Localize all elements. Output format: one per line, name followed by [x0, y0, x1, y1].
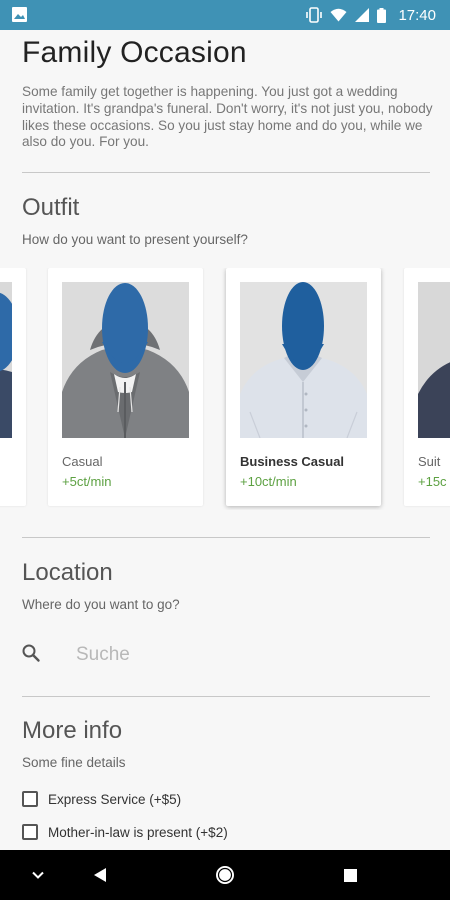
- casual-outfit-image: [62, 282, 189, 438]
- battery-icon: [377, 7, 387, 23]
- outfit-card-business-casual[interactable]: Business Casual +10ct/min: [226, 268, 381, 506]
- divider: [22, 537, 430, 538]
- search-input[interactable]: [74, 640, 408, 670]
- page-title: Family Occasion: [22, 36, 247, 69]
- business-casual-outfit-image: [240, 282, 367, 438]
- suit-outfit-image: [418, 282, 450, 438]
- clock: 17:40: [398, 6, 436, 24]
- back-button[interactable]: [70, 850, 130, 900]
- option-label: Mother-in-law is present (+$2): [48, 824, 228, 840]
- more-info-section-title: More info: [22, 717, 123, 744]
- hide-keyboard-button[interactable]: [8, 850, 68, 900]
- recents-square-icon: [343, 868, 357, 882]
- search-icon: [22, 644, 40, 662]
- recents-button[interactable]: [320, 850, 380, 900]
- divider: [22, 696, 430, 697]
- location-search[interactable]: [18, 634, 430, 674]
- wifi-icon: [330, 8, 347, 22]
- mother-in-law-option[interactable]: Mother-in-law is present (+$2): [22, 821, 228, 843]
- outfit-carousel[interactable]: Casual +5ct/min Business Casual +10ct/mi…: [0, 268, 450, 510]
- back-triangle-icon: [94, 868, 106, 882]
- outfit-price: +5ct/min: [62, 474, 112, 489]
- home-circle-icon: [216, 866, 234, 884]
- more-info-section-subtitle: Some fine details: [22, 755, 126, 770]
- mother-in-law-checkbox[interactable]: [22, 824, 38, 840]
- outfit-name: Business Casual: [240, 454, 345, 469]
- location-section-subtitle: Where do you want to go?: [22, 597, 180, 612]
- express-service-checkbox[interactable]: [22, 791, 38, 807]
- outfit-section-title: Outfit: [22, 194, 80, 221]
- home-button[interactable]: [195, 850, 255, 900]
- outfit-price: +15c: [418, 474, 447, 489]
- location-section-title: Location: [22, 559, 113, 586]
- outfit-card[interactable]: [0, 268, 26, 506]
- image-notification-icon: [12, 7, 27, 22]
- signal-icon: [355, 8, 370, 22]
- outfit-image: [0, 282, 12, 438]
- navigation-bar: [0, 850, 450, 900]
- page-description: Some family get together is happening. Y…: [22, 84, 433, 150]
- outfit-card-casual[interactable]: Casual +5ct/min: [48, 268, 203, 506]
- option-label: Express Service (+$5): [48, 791, 182, 807]
- vibrate-icon: [306, 7, 323, 23]
- outfit-price: +10ct/min: [240, 474, 297, 489]
- main-content[interactable]: Family Occasion Some family get together…: [0, 30, 450, 850]
- divider: [22, 172, 430, 173]
- outfit-name: Suit: [418, 454, 441, 469]
- outfit-name: Casual: [62, 454, 103, 469]
- express-service-option[interactable]: Express Service (+$5): [22, 788, 181, 810]
- outfit-section-subtitle: How do you want to present yourself?: [22, 232, 248, 247]
- chevron-down-icon: [32, 871, 44, 879]
- status-bar: 17:40: [0, 0, 450, 30]
- outfit-card-suit[interactable]: Suit +15c: [404, 268, 450, 506]
